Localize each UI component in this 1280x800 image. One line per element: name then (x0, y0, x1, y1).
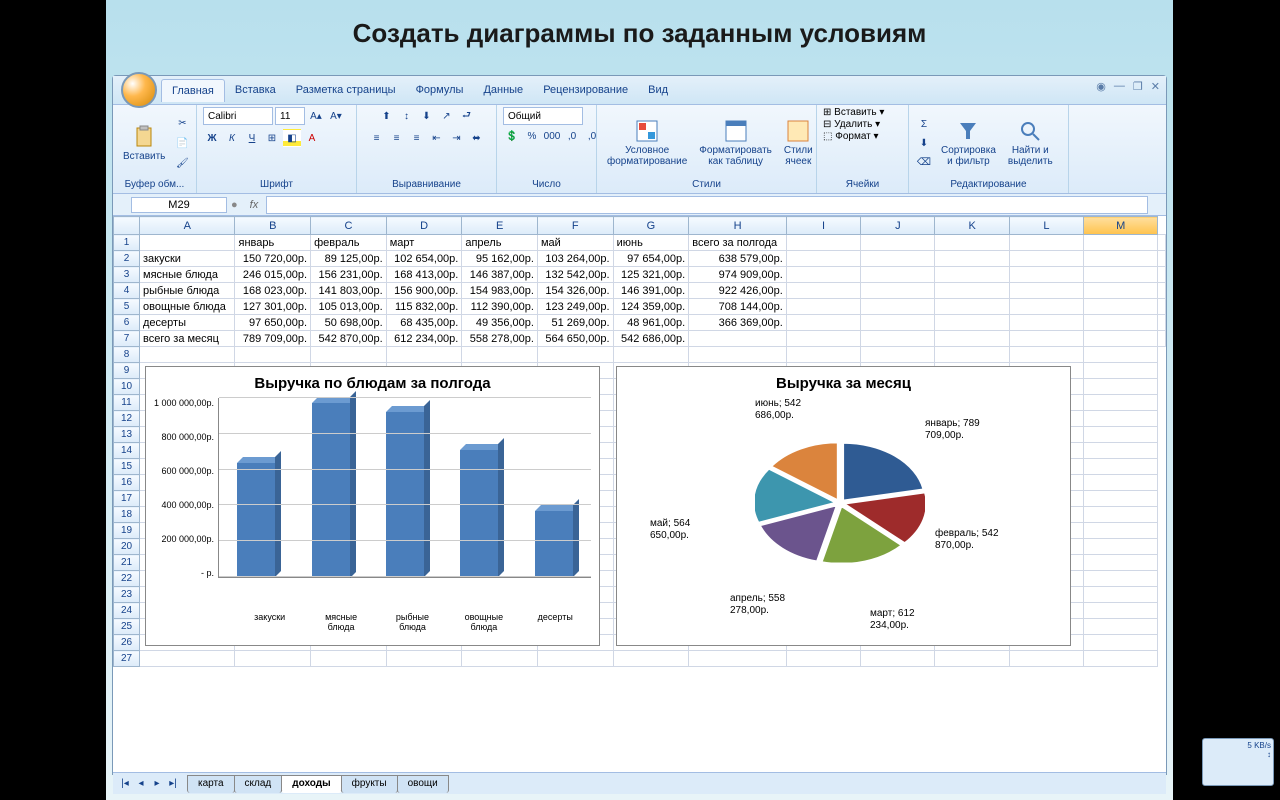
align-center-icon[interactable]: ≡ (388, 129, 406, 147)
autosum-icon[interactable]: Σ (915, 115, 933, 133)
align-top-icon[interactable]: ⬆ (378, 107, 396, 125)
clear-icon[interactable]: ⌫ (915, 153, 933, 171)
align-right-icon[interactable]: ≡ (408, 129, 426, 147)
bar-chart[interactable]: Выручка по блюдам за полгода 1 000 000,0… (145, 366, 600, 646)
excel-window: ГлавнаяВставкаРазметка страницыФормулыДа… (112, 75, 1167, 775)
indent-dec-icon[interactable]: ⇤ (428, 129, 446, 147)
conditional-format-button[interactable]: Условное форматирование (603, 117, 691, 169)
inc-decimal-icon[interactable]: ,0 (563, 127, 581, 145)
comma-icon[interactable]: 000 (543, 127, 561, 145)
ribbon: Вставить ✂ 📄 🖌 Буфер обм... A▴ (113, 104, 1166, 194)
cancel-formula-icon[interactable]: ● (227, 199, 242, 211)
name-box[interactable]: M29 (131, 197, 227, 213)
shrink-font-icon[interactable]: A▾ (327, 107, 345, 125)
number-format-select[interactable] (503, 107, 583, 125)
sheet-tab-склад[interactable]: склад (234, 775, 283, 793)
cut-icon[interactable]: ✂ (173, 114, 191, 132)
italic-button[interactable]: К (223, 129, 241, 147)
sheet-tab-доходы[interactable]: доходы (281, 775, 341, 793)
ribbon-tab-1[interactable]: Вставка (225, 79, 286, 102)
cell-styles-button[interactable]: Стили ячеек (780, 117, 817, 169)
restore-icon[interactable]: ❐ (1133, 80, 1143, 93)
titlebar: ГлавнаяВставкаРазметка страницыФормулыДа… (113, 76, 1166, 104)
delete-cells-button[interactable]: ⊟ Удалить ▾ (823, 119, 880, 130)
align-middle-icon[interactable]: ↕ (398, 107, 416, 125)
align-left-icon[interactable]: ≡ (368, 129, 386, 147)
sheet-tab-карта[interactable]: карта (187, 775, 235, 793)
first-sheet-icon[interactable]: |◂ (117, 776, 133, 792)
close-icon[interactable]: ✕ (1151, 80, 1160, 93)
prev-sheet-icon[interactable]: ◂ (133, 776, 149, 792)
fill-color-icon[interactable]: ◧ (283, 129, 301, 147)
percent-icon[interactable]: % (523, 127, 541, 145)
sheet-tab-bar: |◂ ◂ ▸ ▸| картаскладдоходыфруктыовощи (113, 772, 1166, 794)
indent-inc-icon[interactable]: ⇥ (448, 129, 466, 147)
format-painter-icon[interactable]: 🖌 (173, 154, 191, 172)
border-icon[interactable]: ⊞ (263, 129, 281, 147)
ribbon-tab-4[interactable]: Данные (473, 79, 533, 102)
ribbon-tab-3[interactable]: Формулы (406, 79, 474, 102)
format-table-button[interactable]: Форматировать как таблицу (695, 117, 776, 169)
font-name-select[interactable] (203, 107, 273, 125)
next-sheet-icon[interactable]: ▸ (149, 776, 165, 792)
merge-button[interactable]: ⬌ (468, 129, 486, 147)
slide-title: Создать диаграммы по заданным условиям (106, 0, 1173, 57)
help-icon[interactable]: ◉ (1096, 80, 1106, 93)
fx-icon[interactable]: fx (242, 199, 267, 211)
bold-button[interactable]: Ж (203, 129, 221, 147)
grow-font-icon[interactable]: A▴ (307, 107, 325, 125)
sheet-tab-овощи[interactable]: овощи (397, 775, 449, 793)
font-color-icon[interactable]: A (303, 129, 321, 147)
currency-icon[interactable]: 💲 (503, 127, 521, 145)
last-sheet-icon[interactable]: ▸| (165, 776, 181, 792)
format-cells-button[interactable]: ⬚ Формат ▾ (823, 131, 879, 142)
minimize-icon[interactable]: — (1114, 80, 1125, 93)
sort-filter-button[interactable]: Сортировка и фильтр (937, 117, 1000, 169)
ribbon-tab-2[interactable]: Разметка страницы (286, 79, 406, 102)
insert-cells-button[interactable]: ⊞ Вставить ▾ (823, 107, 884, 118)
ribbon-tab-5[interactable]: Рецензирование (533, 79, 638, 102)
paste-button[interactable]: Вставить (119, 123, 169, 164)
orientation-icon[interactable]: ↗ (438, 107, 456, 125)
sheet-tab-фрукты[interactable]: фрукты (341, 775, 398, 793)
find-select-button[interactable]: Найти и выделить (1004, 117, 1057, 169)
formula-bar[interactable] (266, 196, 1148, 214)
office-button[interactable] (121, 72, 157, 108)
ribbon-tab-6[interactable]: Вид (638, 79, 678, 102)
underline-button[interactable]: Ч (243, 129, 261, 147)
align-bottom-icon[interactable]: ⬇ (418, 107, 436, 125)
network-monitor: 5 KB/s ↕ (1202, 738, 1274, 786)
font-size-select[interactable] (275, 107, 305, 125)
wrap-text-button[interactable]: ⮐ (458, 107, 476, 125)
copy-icon[interactable]: 📄 (173, 134, 191, 152)
fill-icon[interactable]: ⬇ (915, 134, 933, 152)
ribbon-tab-0[interactable]: Главная (161, 79, 225, 102)
pie-chart[interactable]: Выручка за месяц январь; 789 709,00р.фев… (616, 366, 1071, 646)
